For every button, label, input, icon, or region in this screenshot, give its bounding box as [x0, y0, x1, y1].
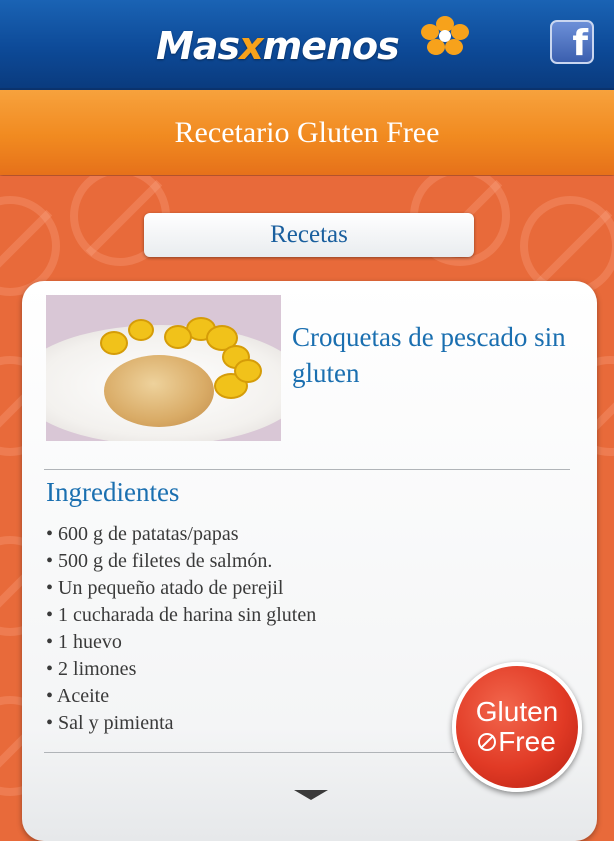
divider: [44, 469, 570, 470]
ingredient-item: 600 g de patatas/papas: [46, 521, 316, 548]
facebook-button[interactable]: f: [550, 20, 594, 64]
ingredient-item: Aceite: [46, 683, 316, 710]
ingredient-item: Un pequeño atado de perejil: [46, 575, 316, 602]
flower-logo-icon: [421, 16, 469, 55]
logo-text: Masxmenos: [156, 24, 400, 68]
ingredient-item: 2 limones: [46, 656, 316, 683]
scroll-down-arrow-icon[interactable]: [294, 790, 328, 800]
recetas-label: Recetas: [270, 221, 348, 248]
ingredients-heading: Ingredientes: [46, 477, 180, 507]
recipe-title: Croquetas de pescado sin gluten: [292, 322, 566, 388]
ingredient-item: 500 g de filetes de salmón.: [46, 548, 316, 575]
title-bar: Recetario Gluten Free: [0, 90, 614, 175]
app-header: Masxmenos f: [0, 0, 614, 90]
facebook-icon: f: [572, 23, 588, 64]
ingredient-item: Sal y pimienta: [46, 710, 316, 737]
badge-line1: Gluten: [475, 696, 559, 727]
recipe-photo: [46, 295, 281, 441]
ingredient-item: 1 huevo: [46, 629, 316, 656]
recetas-button[interactable]: Recetas: [144, 213, 474, 257]
divider: [44, 752, 454, 753]
gluten-free-badge: Gluten Free: [452, 662, 582, 792]
masxmenos-logo: Masxmenos: [156, 16, 469, 70]
badge-line2: Free: [498, 726, 556, 757]
ingredient-item: 1 cucharada de harina sin gluten: [46, 602, 316, 629]
no-gluten-icon: [478, 733, 497, 751]
page-title: Recetario Gluten Free: [174, 115, 440, 149]
ingredients-list: 600 g de patatas/papas 500 g de filetes …: [46, 521, 316, 737]
